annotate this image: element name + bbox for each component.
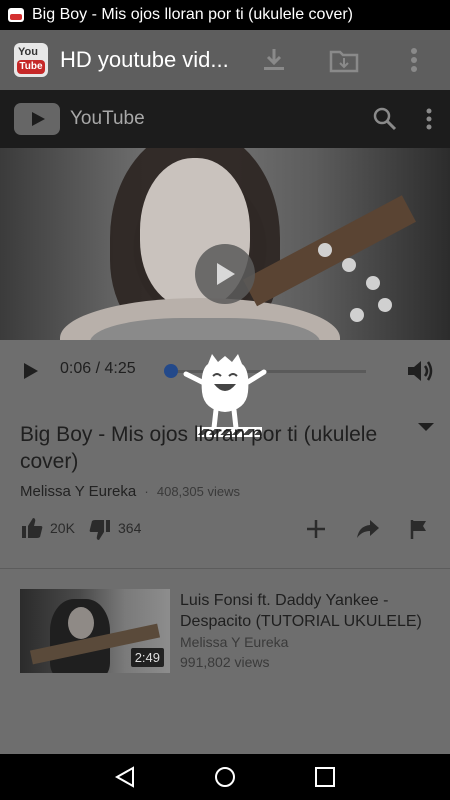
- like-count: 20K: [50, 520, 75, 536]
- divider: [0, 568, 450, 569]
- status-bar-title: Big Boy - Mis ojos lloran por ti (ukulel…: [32, 6, 354, 23]
- separator: ·: [144, 484, 149, 499]
- channel-row: Melissa Y Eureka · 408,305 views: [20, 483, 240, 500]
- time-display: 0:06 / 4:25: [60, 360, 136, 377]
- recents-icon[interactable]: [313, 765, 337, 789]
- youtube-app-icon: [8, 8, 24, 22]
- play-overlay-button[interactable]: [195, 244, 255, 304]
- app-logo-icon: You Tube: [14, 43, 48, 77]
- view-count: 408,305 views: [156, 484, 240, 499]
- share-icon[interactable]: [356, 518, 380, 540]
- download-icon[interactable]: [258, 44, 290, 76]
- back-icon[interactable]: [113, 765, 137, 789]
- app-toolbar: You Tube HD youtube vid...: [0, 30, 450, 90]
- folder-download-icon[interactable]: [328, 44, 360, 76]
- like-icon[interactable]: [20, 516, 44, 540]
- expand-chevron-icon[interactable]: [416, 420, 436, 434]
- recommendation-duration: 2:49: [130, 648, 164, 667]
- home-icon[interactable]: [213, 765, 237, 789]
- recommendation-views: 991,802 views: [180, 654, 270, 670]
- youtube-wordmark: YouTube: [70, 108, 145, 129]
- channel-name[interactable]: Melissa Y Eureka: [20, 483, 136, 500]
- volume-icon[interactable]: [406, 358, 434, 384]
- flag-icon[interactable]: [410, 518, 428, 540]
- dislike-icon[interactable]: [88, 518, 112, 542]
- youtube-logo-icon[interactable]: [14, 103, 60, 135]
- app-title: HD youtube vid...: [60, 47, 229, 72]
- add-to-playlist-icon[interactable]: [305, 518, 327, 540]
- dislike-count: 364: [118, 520, 142, 536]
- seek-handle[interactable]: [164, 364, 178, 378]
- play-icon[interactable]: [20, 360, 42, 382]
- search-icon[interactable]: [372, 106, 398, 132]
- recommendation-thumbnail[interactable]: 2:49: [20, 589, 170, 673]
- status-bar: Big Boy - Mis ojos lloran por ti (ukulel…: [0, 0, 450, 30]
- more-vert-icon[interactable]: [425, 106, 433, 132]
- more-vert-icon[interactable]: [398, 44, 430, 76]
- recommendation-title[interactable]: Luis Fonsi ft. Daddy Yankee - Despacito …: [180, 590, 430, 632]
- video-title: Big Boy - Mis ojos lloran por ti (ukulel…: [20, 423, 378, 473]
- recommendation-channel: Melissa Y Eureka: [180, 634, 289, 650]
